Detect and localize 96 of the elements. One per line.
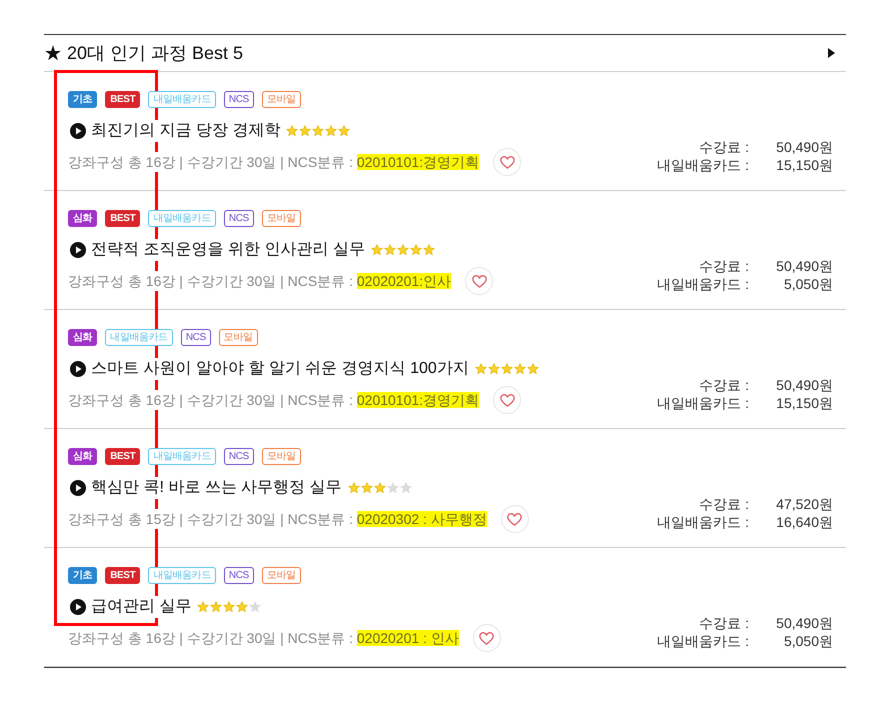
- course-title[interactable]: 핵심만 콕! 바로 쓰는 사무행정 실무: [91, 477, 342, 499]
- star-icon: [312, 125, 324, 137]
- star-icon: [325, 125, 338, 137]
- caret-right-icon[interactable]: [828, 48, 835, 58]
- price-label: 수강료 :: [698, 138, 749, 156]
- price-label: 내일배움카드 :: [657, 513, 749, 531]
- star-icon: [526, 363, 539, 375]
- course-tag: NCS: [224, 448, 254, 465]
- course-tag: BEST: [105, 210, 140, 227]
- price-value: 15,150원: [775, 156, 833, 174]
- course-tag: 모바일: [218, 329, 258, 346]
- heart-icon: [500, 394, 515, 406]
- star-icon: [348, 482, 360, 494]
- star-icon: [197, 601, 210, 613]
- star-icon: [299, 125, 312, 137]
- play-icon: [70, 599, 86, 615]
- price-value: 16,640원: [775, 513, 833, 531]
- play-icon: [70, 242, 86, 258]
- price-value: 50,490원: [775, 257, 833, 275]
- course-tag: BEST: [105, 567, 140, 584]
- play-icon: [70, 480, 86, 496]
- price-label: 수강료 :: [698, 614, 749, 632]
- star-icon: [514, 363, 526, 375]
- like-button[interactable]: [465, 267, 494, 295]
- course-tag: 기초: [68, 91, 98, 108]
- like-button[interactable]: [500, 505, 529, 533]
- price-label: 수강료 :: [698, 376, 749, 394]
- price-value: 15,150원: [775, 394, 833, 412]
- star-icon: [410, 244, 422, 256]
- star-icon: [422, 244, 435, 256]
- course-info: 강좌구성 총 16강 | 수강기간 30일 | NCS분류 : 02010101:경영기획: [68, 152, 480, 172]
- heart-icon: [500, 156, 515, 168]
- price-label: 내일배움카드 :: [657, 275, 749, 293]
- course-title[interactable]: 스마트 사원이 알아야 할 알기 쉬운 경영지식 100가지: [91, 358, 469, 380]
- price-label: 수강료 :: [698, 257, 749, 275]
- star-icon: [210, 601, 222, 613]
- course-tag: 내일배움카드: [105, 329, 173, 346]
- course-info: 강좌구성 총 16강 | 수강기간 30일 | NCS분류 : 02010101:경영기획: [68, 390, 480, 410]
- section-title: ★ 20대 인기 과정 Best 5: [44, 42, 244, 65]
- course-tag: 심화: [68, 448, 98, 465]
- course-title[interactable]: 최진기의 지금 당장 경제학: [91, 120, 280, 142]
- course-tag: 내일배움카드: [148, 448, 216, 465]
- price-label: 내일배움카드 :: [657, 632, 749, 650]
- course-tag: 모바일: [262, 210, 301, 227]
- star-icon: [500, 363, 513, 375]
- star-icon: [396, 244, 409, 256]
- star-icon: [370, 244, 383, 256]
- star-icon: [236, 601, 248, 613]
- course-info: 강좌구성 총 15강 | 수강기간 30일 | NCS분류 : 02020302 : 사무행정: [68, 509, 487, 529]
- course-tag: NCS: [180, 329, 211, 346]
- course-tag: BEST: [105, 91, 140, 108]
- course-tag: 모바일: [262, 448, 301, 465]
- course-tag: NCS: [224, 210, 254, 227]
- course-title[interactable]: 급여관리 실무: [91, 596, 192, 618]
- price-label: 내일배움카드 :: [657, 156, 749, 174]
- course-tag: BEST: [105, 448, 140, 465]
- play-icon: [70, 123, 86, 139]
- course-tag: 내일배움카드: [148, 210, 216, 227]
- price-value: 47,520원: [775, 495, 833, 513]
- star-icon: [400, 482, 412, 494]
- like-button[interactable]: [493, 148, 522, 176]
- course-info: 강좌구성 총 16강 | 수강기간 30일 | NCS분류 : 02020201 : 인사: [68, 628, 459, 648]
- like-button[interactable]: [493, 386, 522, 414]
- star-icon: [286, 125, 298, 137]
- course-tag: 모바일: [262, 567, 301, 584]
- star-icon: [488, 363, 500, 375]
- course-tag: NCS: [224, 567, 254, 584]
- heart-icon: [507, 512, 522, 526]
- course-tag: NCS: [224, 91, 254, 108]
- star-icon: [386, 482, 399, 494]
- course-tag: 기초: [68, 567, 98, 584]
- course-info: 강좌구성 총 16강 | 수강기간 30일 | NCS분류 : 02020201:인사: [68, 271, 452, 291]
- price-label: 내일배움카드 :: [657, 394, 749, 412]
- star-icon: [360, 482, 373, 494]
- course-title[interactable]: 전략적 조직운영을 위한 인사관리 실무: [91, 239, 365, 261]
- price-value: 50,490원: [775, 376, 833, 394]
- price-label: 수강료 :: [698, 495, 749, 513]
- price-value: 50,490원: [775, 614, 833, 632]
- course-tag: 내일배움카드: [148, 91, 216, 108]
- course-tag: 내일배움카드: [148, 567, 216, 584]
- star-icon: [474, 363, 487, 375]
- course-tag: 심화: [68, 329, 98, 346]
- star-icon: [223, 601, 236, 613]
- star-icon: [374, 482, 386, 494]
- like-button[interactable]: [472, 624, 501, 652]
- course-tag: 모바일: [262, 91, 301, 108]
- play-icon: [70, 361, 86, 377]
- price-value: 5,050원: [782, 632, 833, 650]
- heart-icon: [479, 632, 494, 644]
- course-tag: 심화: [68, 210, 98, 227]
- heart-icon: [472, 274, 487, 288]
- star-icon: [338, 125, 350, 137]
- star-icon: [384, 244, 396, 256]
- star-icon: [249, 601, 262, 613]
- price-value: 50,490원: [775, 138, 833, 156]
- price-value: 5,050원: [782, 275, 833, 293]
